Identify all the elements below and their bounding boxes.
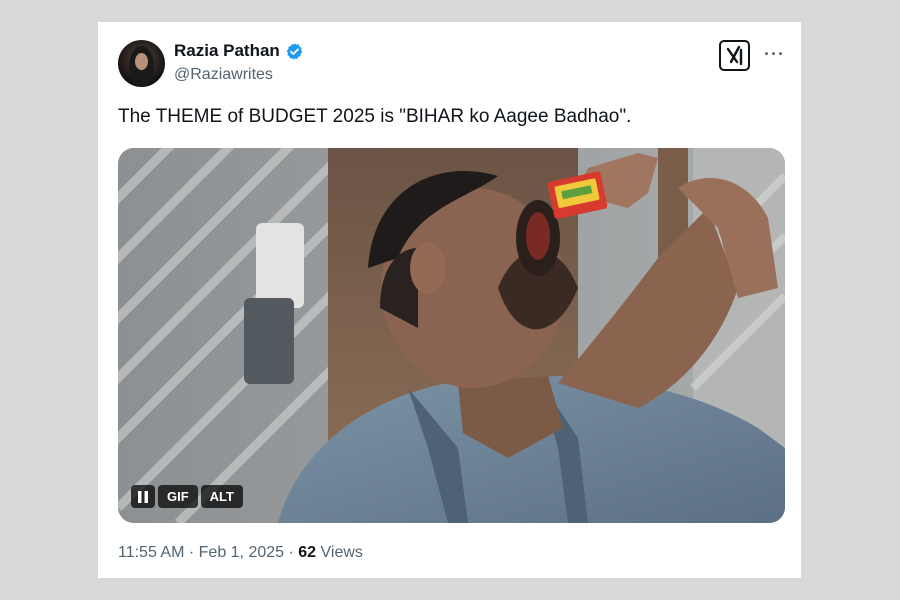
- tweet-date[interactable]: Feb 1, 2025: [199, 544, 284, 561]
- tweet-text: The THEME of BUDGET 2025 is "BIHAR ko Aa…: [118, 106, 632, 127]
- gif-frame: [118, 148, 785, 523]
- grok-icon[interactable]: [719, 40, 750, 71]
- verified-badge-icon: [286, 42, 303, 60]
- tweet-media-gif[interactable]: GIF ALT: [118, 148, 785, 523]
- views-count: 62: [298, 544, 317, 561]
- pause-button[interactable]: [131, 485, 155, 508]
- more-options-icon[interactable]: ···: [764, 44, 785, 65]
- views-label: Views: [316, 544, 363, 561]
- avatar[interactable]: [118, 40, 165, 87]
- pause-icon: [138, 490, 148, 503]
- author-handle[interactable]: @Raziawrites: [174, 66, 273, 84]
- footer-separator: ·: [284, 544, 299, 561]
- grok-glyph-icon: [726, 45, 743, 66]
- footer-separator: ·: [184, 544, 199, 561]
- tweet-card: Razia Pathan @Raziawrites ··· The THEME …: [98, 22, 801, 578]
- tweet-time[interactable]: 11:55 AM: [118, 544, 184, 561]
- author-name[interactable]: Razia Pathan: [174, 41, 280, 61]
- alt-badge[interactable]: ALT: [200, 485, 243, 508]
- gif-controls: GIF ALT: [131, 485, 243, 508]
- avatar-face: [135, 53, 148, 70]
- tweet-footer: 11:55 AM · Feb 1, 2025 · 62 Views: [118, 544, 363, 562]
- author-row: Razia Pathan: [174, 41, 304, 61]
- gif-badge: GIF: [158, 485, 198, 508]
